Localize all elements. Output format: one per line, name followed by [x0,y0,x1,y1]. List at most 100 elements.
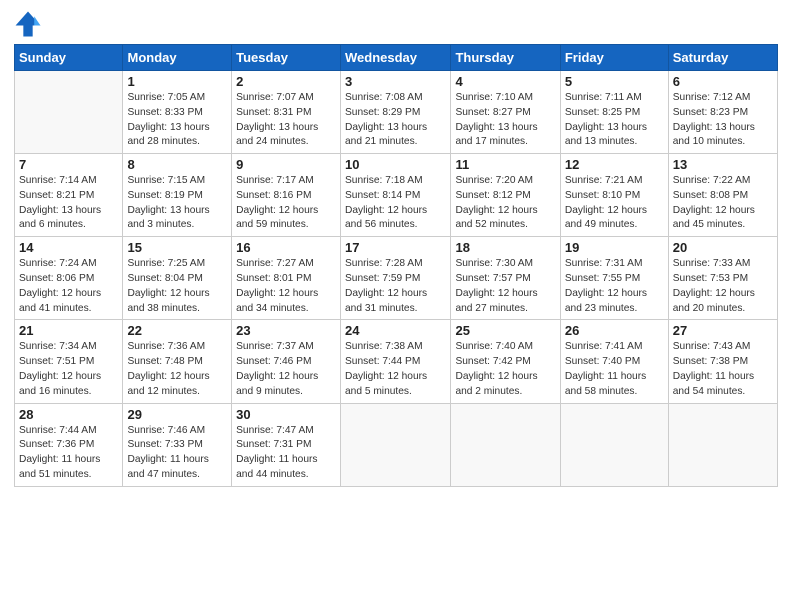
calendar-cell: 13Sunrise: 7:22 AMSunset: 8:08 PMDayligh… [668,154,777,237]
calendar-cell: 14 Sunrise: 7:24 AMSunset: 8:06 PMDayligh… [15,237,123,320]
calendar-cell [15,71,123,154]
day-number: 17 [345,240,446,255]
calendar-cell: 21 Sunrise: 7:34 AMSunset: 7:51 PMDayligh… [15,320,123,403]
calendar-cell: 19 Sunrise: 7:31 AMSunset: 7:55 PMDayligh… [560,237,668,320]
day-number: 22 [127,323,227,338]
day-info: Sunrise: 7:08 AMSunset: 8:29 PMDaylight:… [345,91,446,150]
calendar-cell: 26Sunrise: 7:41 AMSunset: 7:40 PMDayligh… [560,320,668,403]
calendar-cell: 15 Sunrise: 7:25 AMSunset: 8:04 PMDayligh… [123,237,232,320]
day-info: Sunrise: 7:05 AMSunset: 8:33 PMDaylight:… [127,91,227,150]
day-number: 14 [19,240,118,255]
calendar-cell: 2 Sunrise: 7:07 AMSunset: 8:31 PMDaylight… [232,71,341,154]
calendar-cell: 24 Sunrise: 7:38 AMSunset: 7:44 PMDayligh… [341,320,451,403]
day-info: Sunrise: 7:34 AMSunset: 7:51 PMDaylight:… [19,340,118,399]
day-info: Sunrise: 7:12 AMSunset: 8:23 PMDaylight:… [673,91,773,150]
day-number: 15 [127,240,227,255]
day-info: Sunrise: 7:38 AMSunset: 7:44 PMDaylight:… [345,340,446,399]
day-header-sunday: Sunday [15,45,123,71]
day-header-monday: Monday [123,45,232,71]
calendar-cell: 3 Sunrise: 7:08 AMSunset: 8:29 PMDaylight… [341,71,451,154]
calendar-cell: 6 Sunrise: 7:12 AMSunset: 8:23 PMDaylight… [668,71,777,154]
day-number: 29 [127,407,227,422]
calendar-week-row: 14 Sunrise: 7:24 AMSunset: 8:06 PMDayligh… [15,237,778,320]
day-number: 8 [127,157,227,172]
day-number: 26 [565,323,664,338]
day-header-wednesday: Wednesday [341,45,451,71]
day-info: Sunrise: 7:43 AMSunset: 7:38 PMDaylight:… [673,340,773,399]
calendar-cell: 4 Sunrise: 7:10 AMSunset: 8:27 PMDaylight… [451,71,560,154]
calendar-cell: 8 Sunrise: 7:15 AMSunset: 8:19 PMDaylight… [123,154,232,237]
day-info: Sunrise: 7:28 AMSunset: 7:59 PMDaylight:… [345,257,446,316]
day-number: 21 [19,323,118,338]
calendar-cell: 5Sunrise: 7:11 AMSunset: 8:25 PMDaylight… [560,71,668,154]
day-info: Sunrise: 7:46 AMSunset: 7:33 PMDaylight:… [127,424,227,483]
day-info: Sunrise: 7:27 AMSunset: 8:01 PMDaylight:… [236,257,336,316]
day-info: Sunrise: 7:14 AMSunset: 8:21 PMDaylight:… [19,174,118,233]
calendar-cell: 28 Sunrise: 7:44 AMSunset: 7:36 PMDayligh… [15,403,123,486]
calendar-table: SundayMondayTuesdayWednesdayThursdayFrid… [14,44,778,487]
day-info: Sunrise: 7:22 AMSunset: 8:08 PMDaylight:… [673,174,773,233]
header [14,10,778,38]
logo-icon [14,10,42,38]
day-number: 18 [455,240,555,255]
day-info: Sunrise: 7:47 AMSunset: 7:31 PMDaylight:… [236,424,336,483]
calendar-week-row: 21 Sunrise: 7:34 AMSunset: 7:51 PMDayligh… [15,320,778,403]
day-info: Sunrise: 7:07 AMSunset: 8:31 PMDaylight:… [236,91,336,150]
calendar-cell: 7 Sunrise: 7:14 AMSunset: 8:21 PMDaylight… [15,154,123,237]
day-info: Sunrise: 7:15 AMSunset: 8:19 PMDaylight:… [127,174,227,233]
calendar-cell: 9 Sunrise: 7:17 AMSunset: 8:16 PMDaylight… [232,154,341,237]
day-header-tuesday: Tuesday [232,45,341,71]
day-info: Sunrise: 7:21 AMSunset: 8:10 PMDaylight:… [565,174,664,233]
day-number: 24 [345,323,446,338]
calendar-week-row: 7 Sunrise: 7:14 AMSunset: 8:21 PMDaylight… [15,154,778,237]
day-info: Sunrise: 7:31 AMSunset: 7:55 PMDaylight:… [565,257,664,316]
day-header-friday: Friday [560,45,668,71]
day-info: Sunrise: 7:20 AMSunset: 8:12 PMDaylight:… [455,174,555,233]
day-number: 6 [673,74,773,89]
calendar-cell: 1 Sunrise: 7:05 AMSunset: 8:33 PMDaylight… [123,71,232,154]
day-info: Sunrise: 7:25 AMSunset: 8:04 PMDaylight:… [127,257,227,316]
day-number: 1 [127,74,227,89]
day-number: 9 [236,157,336,172]
day-number: 4 [455,74,555,89]
calendar-week-row: 28 Sunrise: 7:44 AMSunset: 7:36 PMDayligh… [15,403,778,486]
day-info: Sunrise: 7:40 AMSunset: 7:42 PMDaylight:… [455,340,555,399]
calendar-cell: 29 Sunrise: 7:46 AMSunset: 7:33 PMDayligh… [123,403,232,486]
day-info: Sunrise: 7:36 AMSunset: 7:48 PMDaylight:… [127,340,227,399]
day-info: Sunrise: 7:11 AMSunset: 8:25 PMDaylight:… [565,91,664,150]
day-number: 7 [19,157,118,172]
day-info: Sunrise: 7:18 AMSunset: 8:14 PMDaylight:… [345,174,446,233]
calendar-cell: 25 Sunrise: 7:40 AMSunset: 7:42 PMDayligh… [451,320,560,403]
day-header-thursday: Thursday [451,45,560,71]
day-number: 23 [236,323,336,338]
day-number: 3 [345,74,446,89]
calendar-cell [451,403,560,486]
day-info: Sunrise: 7:33 AMSunset: 7:53 PMDaylight:… [673,257,773,316]
calendar-cell: 18 Sunrise: 7:30 AMSunset: 7:57 PMDayligh… [451,237,560,320]
calendar-cell [560,403,668,486]
day-info: Sunrise: 7:30 AMSunset: 7:57 PMDaylight:… [455,257,555,316]
day-number: 2 [236,74,336,89]
day-number: 28 [19,407,118,422]
day-number: 19 [565,240,664,255]
calendar-cell: 22 Sunrise: 7:36 AMSunset: 7:48 PMDayligh… [123,320,232,403]
calendar-cell: 30 Sunrise: 7:47 AMSunset: 7:31 PMDayligh… [232,403,341,486]
calendar-cell: 11Sunrise: 7:20 AMSunset: 8:12 PMDayligh… [451,154,560,237]
day-info: Sunrise: 7:24 AMSunset: 8:06 PMDaylight:… [19,257,118,316]
day-info: Sunrise: 7:17 AMSunset: 8:16 PMDaylight:… [236,174,336,233]
page: SundayMondayTuesdayWednesdayThursdayFrid… [0,0,792,612]
calendar-cell: 10 Sunrise: 7:18 AMSunset: 8:14 PMDayligh… [341,154,451,237]
day-number: 10 [345,157,446,172]
calendar-cell: 23Sunrise: 7:37 AMSunset: 7:46 PMDayligh… [232,320,341,403]
day-number: 25 [455,323,555,338]
day-info: Sunrise: 7:10 AMSunset: 8:27 PMDaylight:… [455,91,555,150]
day-number: 30 [236,407,336,422]
calendar-cell: 17 Sunrise: 7:28 AMSunset: 7:59 PMDayligh… [341,237,451,320]
calendar-cell [341,403,451,486]
calendar-cell: 16Sunrise: 7:27 AMSunset: 8:01 PMDayligh… [232,237,341,320]
calendar-cell: 20Sunrise: 7:33 AMSunset: 7:53 PMDayligh… [668,237,777,320]
calendar-week-row: 1 Sunrise: 7:05 AMSunset: 8:33 PMDaylight… [15,71,778,154]
calendar-cell [668,403,777,486]
calendar-cell: 12Sunrise: 7:21 AMSunset: 8:10 PMDayligh… [560,154,668,237]
day-info: Sunrise: 7:44 AMSunset: 7:36 PMDaylight:… [19,424,118,483]
